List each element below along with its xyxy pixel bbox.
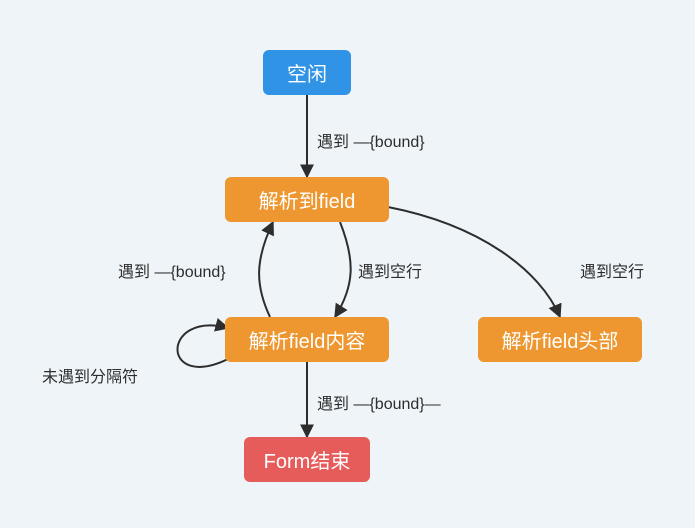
label-parse-to-header: 遇到空行 bbox=[580, 258, 644, 282]
edge-content-to-parse bbox=[259, 222, 273, 317]
label-self-content: 未遇到分隔符 bbox=[42, 363, 138, 387]
diagram-canvas: 空闲 解析到field 解析field内容 解析field头部 Form结束 遇… bbox=[0, 0, 695, 528]
label-parse-to-content: 遇到空行 bbox=[358, 258, 422, 282]
node-parse-content: 解析field内容 bbox=[225, 317, 389, 362]
label-content-to-end: 遇到 —{bound}— bbox=[317, 390, 441, 414]
node-parse-field: 解析到field bbox=[225, 177, 389, 222]
node-parse-header: 解析field头部 bbox=[478, 317, 642, 362]
edge-self-content bbox=[177, 325, 232, 366]
node-form-end: Form结束 bbox=[244, 437, 370, 482]
edge-parse-to-content bbox=[335, 222, 351, 317]
label-idle-to-parse: 遇到 —{bound} bbox=[317, 128, 425, 152]
node-idle: 空闲 bbox=[263, 50, 351, 95]
label-content-to-parse: 遇到 —{bound} bbox=[118, 258, 226, 282]
